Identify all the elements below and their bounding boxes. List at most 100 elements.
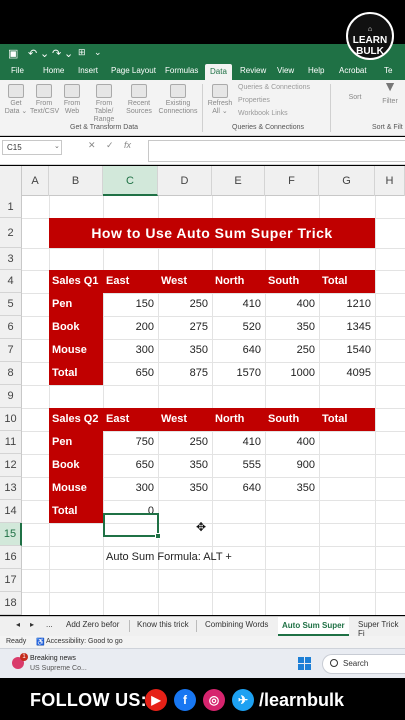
table1-header-west[interactable]: West [158,270,212,293]
table2-header-total[interactable]: Total [319,408,375,431]
table2-cell[interactable]: 650 [103,454,158,477]
accessibility-icon[interactable]: ♿ [36,638,45,646]
sheet-nav-next-icon[interactable]: ▸ [30,620,34,629]
row-header-10[interactable]: 10 [0,408,22,431]
sheet-title[interactable]: How to Use Auto Sum Super Trick [49,218,375,248]
table2-cell[interactable]: 350 [158,454,212,477]
table2-cell[interactable]: 300 [103,477,158,500]
table1-cell[interactable]: 410 [212,293,265,316]
table1-cell[interactable]: 1540 [319,339,375,362]
table1-cell[interactable]: 200 [103,316,158,339]
table2-cell[interactable]: 350 [265,477,319,500]
table1-cell[interactable]: 1345 [319,316,375,339]
table1-row-label[interactable]: Book [49,316,103,339]
table2-row-label[interactable]: Total [49,500,103,523]
column-header-a[interactable]: A [22,166,49,196]
table1-cell[interactable]: 350 [265,316,319,339]
tab-review[interactable]: Review [240,66,266,75]
name-box[interactable]: C15 [2,140,62,155]
refresh-all-button[interactable]: Refresh All ⌄ [206,84,234,116]
tab-team[interactable]: Te [384,66,392,75]
table2-cell[interactable]: 750 [103,431,158,454]
table1-cell[interactable]: 1000 [265,362,319,385]
table1-cell[interactable]: 400 [265,293,319,316]
row-header-11[interactable]: 11 [0,431,22,454]
twitter-icon[interactable]: ✈ [232,689,254,711]
column-header-g[interactable]: G [319,166,375,196]
insert-function-icon[interactable]: fx [124,140,131,150]
sheet-nav-more[interactable]: ... [46,620,53,629]
row-header-4[interactable]: 4 [0,270,22,293]
row-header-6[interactable]: 6 [0,316,22,339]
table1-cell[interactable]: 300 [103,339,158,362]
save-icon[interactable]: ▣ [8,47,18,60]
table2-cell[interactable]: 410 [212,431,265,454]
table2-row-label[interactable]: Mouse [49,477,103,500]
table1-header-south[interactable]: South [265,270,319,293]
tab-home[interactable]: Home [43,66,64,75]
table2-cell[interactable]: 640 [212,477,265,500]
table2-header-label[interactable]: Sales Q2 [49,408,103,431]
youtube-icon[interactable]: ▶ [145,689,167,711]
queries-connections-button[interactable]: Queries & Connections [238,84,310,91]
table2-header-north[interactable]: North [212,408,265,431]
filter-button[interactable]: ▼ Filter [378,79,402,106]
from-table-range-button[interactable]: From Table/ Range [86,84,122,124]
row-header-9[interactable]: 9 [0,385,22,408]
table2-cell[interactable]: 900 [265,454,319,477]
table2-header-east[interactable]: East [103,408,158,431]
tab-data[interactable]: Data [205,64,232,80]
sheet-tab-auto-sum-super[interactable]: Auto Sum Super [278,617,349,636]
cancel-icon[interactable]: ✕ [88,140,96,151]
row-header-12[interactable]: 12 [0,454,22,477]
table2-header-west[interactable]: West [158,408,212,431]
tab-help[interactable]: Help [308,66,324,75]
sheet-tab-combining-words[interactable]: Combining Words [205,620,268,629]
tab-page-layout[interactable]: Page Layout [111,66,156,75]
table1-cell[interactable]: 250 [158,293,212,316]
enter-icon[interactable]: ✓ [106,140,114,151]
table1-cell[interactable]: 650 [103,362,158,385]
windows-start-icon[interactable] [298,657,312,671]
row-header-18[interactable]: 18 [0,592,22,615]
table1-header-label[interactable]: Sales Q1 [49,270,103,293]
row-header-16[interactable]: 16 [0,546,22,569]
table1-cell[interactable]: 520 [212,316,265,339]
undo-dropdown-icon[interactable]: ⌄ [40,47,49,60]
row-header-8[interactable]: 8 [0,362,22,385]
recent-sources-button[interactable]: Recent Sources [124,84,154,116]
table2-cell[interactable]: 350 [158,477,212,500]
table1-row-label[interactable]: Total [49,362,103,385]
from-text-csv-button[interactable]: From Text/CSV [30,84,59,116]
fill-handle[interactable] [155,533,161,539]
active-cell-selection[interactable] [103,513,161,539]
column-header-h[interactable]: H [375,166,405,196]
news-title[interactable]: Breaking news [30,655,76,662]
column-header-d[interactable]: D [158,166,212,196]
row-header-2[interactable]: 2 [0,218,22,248]
table1-cell[interactable]: 4095 [319,362,375,385]
tab-formulas[interactable]: Formulas [165,66,198,75]
column-header-e[interactable]: E [212,166,265,196]
existing-connections-button[interactable]: Existing Connections [158,84,198,116]
sheet-tab-know-trick[interactable]: Know this trick [137,620,189,629]
redo-dropdown-icon[interactable]: ⌄ [64,47,73,60]
properties-button[interactable]: Properties [238,97,270,104]
customize-qat-icon[interactable]: ⌄ [94,47,102,58]
table1-cell[interactable]: 1210 [319,293,375,316]
table2-header-south[interactable]: South [265,408,319,431]
table1-row-label[interactable]: Pen [49,293,103,316]
column-header-f[interactable]: F [265,166,319,196]
accessibility-status[interactable]: Accessibility: Good to go [46,638,123,645]
table1-cell[interactable]: 350 [158,339,212,362]
row-header-13[interactable]: 13 [0,477,22,500]
table2-cell[interactable]: 250 [158,431,212,454]
social-handle[interactable]: /learnbulk [259,690,344,711]
row-header-15[interactable]: 15 [0,523,22,546]
instagram-icon[interactable]: ◎ [203,689,225,711]
tab-view[interactable]: View [277,66,294,75]
get-data-button[interactable]: Get Data ⌄ [4,84,28,116]
table1-cell[interactable]: 250 [265,339,319,362]
table1-cell[interactable]: 150 [103,293,158,316]
touch-mode-icon[interactable]: ⊞ [78,47,86,58]
